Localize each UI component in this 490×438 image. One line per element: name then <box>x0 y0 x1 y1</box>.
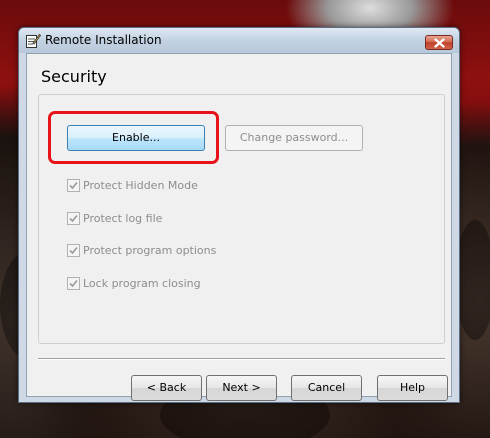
checkbox[interactable] <box>67 179 80 192</box>
page-title: Security <box>41 67 107 86</box>
checkmark-icon <box>69 181 78 190</box>
desktop-background: Remote Installation Security Enable... C… <box>0 0 490 438</box>
checkmark-icon <box>69 246 78 255</box>
title-bar[interactable]: Remote Installation <box>19 28 459 53</box>
close-icon <box>434 38 445 48</box>
checkbox[interactable] <box>67 212 80 225</box>
checkbox-label: Protect Hidden Mode <box>83 179 198 192</box>
checkmark-icon <box>69 214 78 223</box>
background-tattoo-detail <box>455 220 490 340</box>
checkbox[interactable] <box>67 277 80 290</box>
security-options-panel: Enable... Change password... Protect Hid… <box>38 94 445 344</box>
checkbox-label: Lock program closing <box>83 277 201 290</box>
next-button[interactable]: Next > <box>206 375 277 401</box>
help-button[interactable]: Help <box>377 375 448 401</box>
checkmark-icon <box>69 279 78 288</box>
enable-button[interactable]: Enable... <box>67 125 205 151</box>
remote-installation-window: Remote Installation Security Enable... C… <box>18 27 460 403</box>
back-button[interactable]: < Back <box>131 375 202 401</box>
window-title: Remote Installation <box>45 33 162 47</box>
change-password-button[interactable]: Change password... <box>225 125 363 151</box>
close-button[interactable] <box>425 35 453 50</box>
cancel-button[interactable]: Cancel <box>291 375 362 401</box>
wizard-client-area: Security Enable... Change password... Pr… <box>26 53 452 401</box>
checkbox-label: Protect log file <box>83 212 163 225</box>
checkbox-label: Protect program options <box>83 244 217 257</box>
checkbox[interactable] <box>67 244 80 257</box>
footer-separator <box>38 358 445 360</box>
notepad-pencil-icon <box>25 33 42 49</box>
